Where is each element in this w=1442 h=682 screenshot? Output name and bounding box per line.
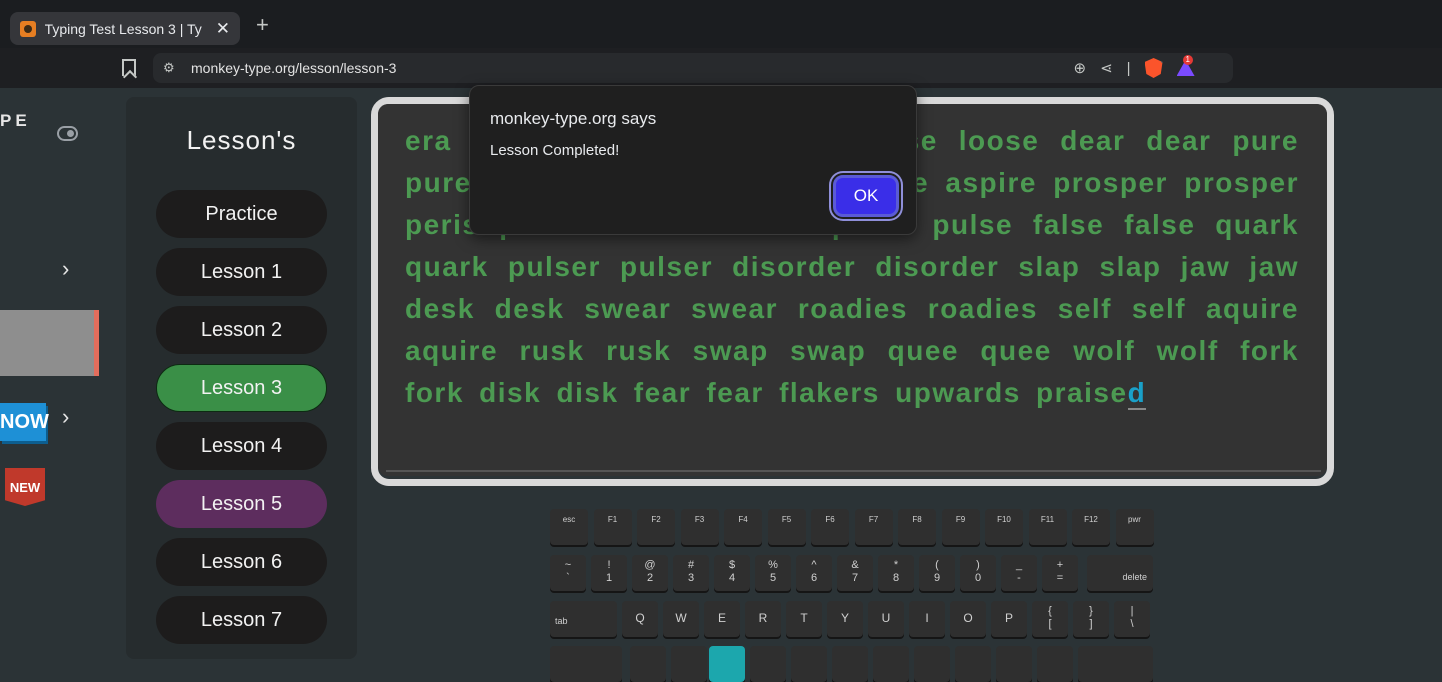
key-row3[interactable] bbox=[550, 646, 622, 682]
address-bar[interactable]: ⚙ monkey-type.org/lesson/lesson-3 ⊕ ⋖ | … bbox=[153, 53, 1233, 83]
new-tab-icon[interactable]: + bbox=[256, 14, 269, 36]
lesson-6-button[interactable]: Lesson 6 bbox=[156, 538, 327, 586]
key-6[interactable]: ^ 6 bbox=[796, 555, 832, 591]
key-f10[interactable]: F10 bbox=[985, 509, 1023, 545]
key-f2[interactable]: F2 bbox=[637, 509, 675, 545]
key-row3[interactable] bbox=[996, 646, 1032, 682]
key-p[interactable]: P bbox=[991, 601, 1027, 637]
ribbon-banner[interactable]: NOW bbox=[0, 403, 49, 441]
close-tab-icon[interactable]: ✕ bbox=[216, 19, 230, 39]
key-symbol[interactable]: | \ bbox=[1114, 601, 1150, 637]
key-r[interactable]: R bbox=[745, 601, 781, 637]
key-y[interactable]: Y bbox=[827, 601, 863, 637]
key-f8[interactable]: F8 bbox=[898, 509, 936, 545]
key--[interactable]: _ - bbox=[1001, 555, 1037, 591]
key-i[interactable]: I bbox=[909, 601, 945, 637]
tab-title: Typing Test Lesson 3 | Ty bbox=[44, 20, 202, 37]
brave-shields-icon[interactable]: 2 bbox=[1144, 58, 1163, 78]
browser-toolbar: ⚙ monkey-type.org/lesson/lesson-3 ⊕ ⋖ | … bbox=[0, 48, 1442, 88]
key-e[interactable]: E bbox=[704, 601, 740, 637]
rewards-count-badge: 1 bbox=[1182, 55, 1193, 65]
key-symbol[interactable]: }] bbox=[1073, 601, 1109, 637]
key-t[interactable]: T bbox=[786, 601, 822, 637]
site-settings-icon[interactable]: ⚙ bbox=[163, 60, 175, 76]
lesson-7-button[interactable]: Lesson 7 bbox=[156, 596, 327, 644]
key-f7[interactable]: F7 bbox=[854, 509, 893, 545]
shields-count-badge: 2 bbox=[1160, 58, 1163, 64]
typing-divider bbox=[386, 470, 1321, 472]
key-f1[interactable]: F1 bbox=[593, 509, 632, 545]
key-q[interactable]: Q bbox=[622, 601, 658, 637]
site-favicon-icon bbox=[20, 20, 36, 37]
chevron-right-icon[interactable]: › bbox=[62, 256, 69, 282]
key-row3[interactable] bbox=[671, 646, 707, 682]
new-badge: NEW bbox=[5, 468, 45, 506]
key-w[interactable]: W bbox=[663, 601, 699, 637]
key-5[interactable]: % 5 bbox=[755, 555, 791, 591]
key-row3[interactable] bbox=[832, 646, 868, 682]
key-f12[interactable]: F12 bbox=[1072, 509, 1110, 545]
browser-tab-bar: Typing Test Lesson 3 | Ty ✕ + bbox=[0, 0, 1442, 48]
lesson-3-button[interactable]: Lesson 3 bbox=[156, 364, 327, 412]
key-row3[interactable] bbox=[709, 646, 745, 682]
key-0[interactable]: ) 0 bbox=[960, 555, 996, 591]
key-7[interactable]: & 7 bbox=[837, 555, 873, 591]
lesson-1-button[interactable]: Lesson 1 bbox=[156, 248, 327, 296]
alert-dialog: monkey-type.org says Lesson Completed! O… bbox=[469, 85, 917, 235]
key-row3[interactable] bbox=[914, 646, 950, 682]
lesson-4-button[interactable]: Lesson 4 bbox=[156, 422, 327, 470]
lesson-5-button[interactable]: Lesson 5 bbox=[156, 480, 327, 528]
key-f9[interactable]: F9 bbox=[941, 509, 980, 545]
key-f5[interactable]: F5 bbox=[767, 509, 806, 545]
zoom-icon[interactable]: ⊕ bbox=[1073, 59, 1086, 77]
key-u[interactable]: U bbox=[868, 601, 904, 637]
chevron-right-icon[interactable]: › bbox=[62, 404, 69, 430]
dialog-title: monkey-type.org says bbox=[490, 109, 657, 128]
key-row3[interactable] bbox=[750, 646, 786, 682]
key-row3[interactable] bbox=[630, 646, 666, 682]
separator: | bbox=[1126, 59, 1131, 77]
key-`[interactable]: ~ ` bbox=[550, 555, 586, 591]
lessons-panel: Lesson's Practice Lesson 1 Lesson 2 Less… bbox=[126, 97, 357, 659]
ok-button[interactable]: OK bbox=[833, 175, 899, 217]
key-o[interactable]: O bbox=[950, 601, 986, 637]
key-4[interactable]: $4 bbox=[714, 555, 750, 591]
lesson-2-button[interactable]: Lesson 2 bbox=[156, 306, 327, 354]
key-f11[interactable]: F11 bbox=[1028, 509, 1067, 545]
key-=[interactable]: + = bbox=[1042, 555, 1078, 591]
key-pwr[interactable]: pwr bbox=[1115, 509, 1154, 545]
key-row3[interactable] bbox=[1078, 646, 1153, 682]
active-indicator-bar bbox=[94, 310, 99, 376]
key-8[interactable]: * 8 bbox=[878, 555, 914, 591]
current-char: d bbox=[1127, 377, 1147, 410]
key-esc[interactable]: esc bbox=[550, 509, 588, 545]
key-f3[interactable]: F3 bbox=[680, 509, 719, 545]
dialog-message: Lesson Completed! bbox=[490, 142, 620, 159]
key-symbol[interactable]: {[ bbox=[1032, 601, 1068, 637]
key-f4[interactable]: F4 bbox=[724, 509, 762, 545]
lessons-heading: Lesson's bbox=[186, 125, 297, 155]
share-icon[interactable]: ⋖ bbox=[1100, 59, 1113, 77]
key-1[interactable]: ! 1 bbox=[591, 555, 627, 591]
theme-toggle-icon[interactable] bbox=[57, 126, 78, 141]
brand-logo-text[interactable]: PE bbox=[0, 111, 31, 131]
key-row3[interactable] bbox=[955, 646, 991, 682]
browser-tab[interactable]: Typing Test Lesson 3 | Ty ✕ bbox=[10, 12, 240, 45]
sidebar-active-item[interactable] bbox=[0, 310, 94, 376]
bookmark-icon[interactable] bbox=[122, 59, 136, 76]
lesson-practice-button[interactable]: Practice bbox=[156, 190, 327, 238]
key-9[interactable]: (9 bbox=[919, 555, 955, 591]
key-tab[interactable]: tab bbox=[550, 601, 617, 637]
url-text[interactable]: monkey-type.org/lesson/lesson-3 bbox=[191, 60, 396, 76]
key-row3[interactable] bbox=[1037, 646, 1073, 682]
key-2[interactable]: @2 bbox=[632, 555, 668, 591]
key-row3[interactable] bbox=[791, 646, 827, 682]
key-f6[interactable]: F6 bbox=[811, 509, 849, 545]
key-row3[interactable] bbox=[873, 646, 909, 682]
key-delete[interactable]: delete bbox=[1087, 555, 1153, 591]
key-3[interactable]: #3 bbox=[673, 555, 709, 591]
